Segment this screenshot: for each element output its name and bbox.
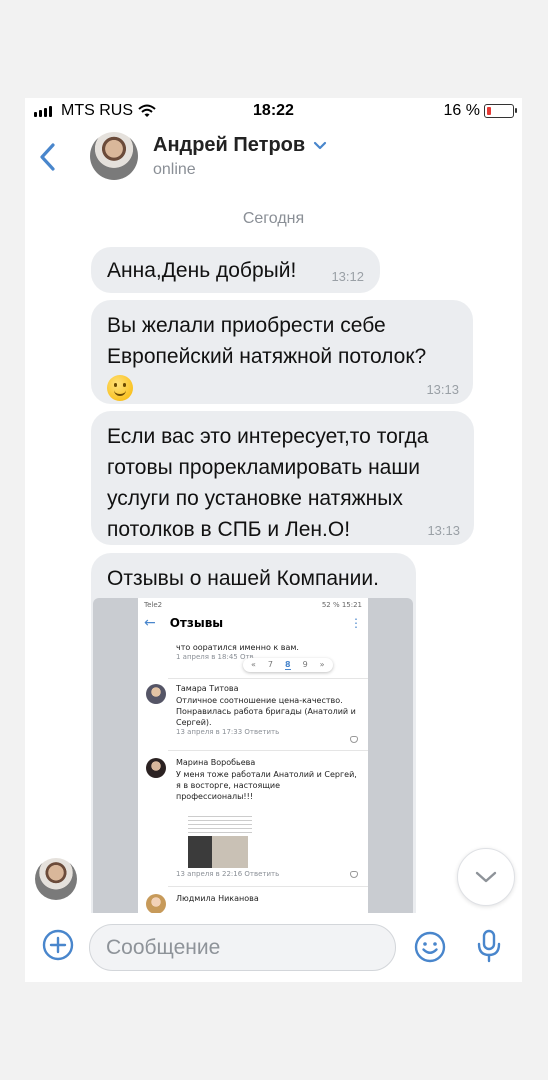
screenshot-more-icon: ⋮ (350, 616, 362, 630)
reviews-screenshot: Tele2 52 % 15:21 ← Отзывы ⋮ что ооратилс… (138, 598, 368, 918)
contact-avatar[interactable] (90, 132, 138, 180)
message-bubble[interactable]: Анна,День добрый! 13:12 (91, 247, 380, 293)
scroll-down-button[interactable] (457, 848, 515, 906)
reviewer-avatar (146, 684, 166, 704)
screenshot-status-bar: Tele2 52 % 15:21 (138, 598, 368, 612)
chevron-down-icon (314, 141, 327, 150)
pager-page: 9 (302, 660, 308, 669)
screenshot-pagination: « 7 8 9 » (243, 658, 333, 672)
reviewer-avatar (146, 894, 166, 914)
message-input[interactable] (89, 924, 396, 971)
review-text: Отличное соотношение цена-качество. Понр… (176, 696, 356, 727)
review-item: Тамара Титова Отличное соотношение цена-… (146, 684, 358, 744)
review-text: У меня тоже работали Анатолий и Сергей, … (176, 770, 357, 801)
pager-next: » (319, 660, 325, 669)
message-time: 13:13 (426, 382, 459, 397)
review-attached-note-image (188, 813, 252, 833)
pager-page: 7 (267, 660, 273, 669)
like-heart-icon (350, 871, 358, 878)
contact-status: online (153, 161, 196, 178)
message-bubble[interactable]: Вы желали приобрести себе Европейский на… (91, 300, 473, 404)
emoji-icon[interactable] (413, 930, 447, 964)
message-text: Отзывы о нашей Компании. (107, 567, 379, 590)
chat-header: Андрей Петров online (25, 128, 522, 188)
screenshot-status-right: 52 % 15:21 (321, 601, 362, 609)
pager-prev: « (251, 660, 256, 669)
like-heart-icon (350, 736, 358, 743)
review-meta: 13 апреля в 22:16 Ответить (176, 870, 280, 878)
battery-percent: 16 % (443, 102, 480, 119)
screenshot-header: ← Отзывы ⋮ (138, 612, 368, 634)
message-time: 13:13 (427, 523, 460, 538)
reviewer-name: Марина Воробьева (176, 758, 256, 767)
reviewer-avatar (146, 758, 166, 778)
smiling-face-emoji-icon (107, 375, 133, 402)
divider (168, 886, 368, 887)
attached-screenshot[interactable]: Tele2 52 % 15:21 ← Отзывы ⋮ что ооратилс… (93, 598, 413, 918)
reviewer-name: Тамара Титова (176, 684, 239, 693)
message-text: Если вас это интересует,то тогда готовы … (107, 425, 429, 541)
message-text: Вы желали приобрести себе Европейский на… (107, 314, 427, 368)
message-composer (25, 913, 522, 982)
reviewer-name: Людмила Никанова (176, 894, 259, 903)
pager-current-page: 8 (285, 660, 291, 670)
message-time: 13:12 (331, 269, 364, 284)
microphone-icon[interactable] (475, 928, 503, 964)
chat-screen: MTS RUS 18:22 16 % Андрей Петров online … (25, 98, 522, 982)
divider (168, 678, 368, 679)
contact-name: Андрей Петров (153, 134, 306, 156)
scroll-down-icon (475, 871, 497, 883)
screenshot-snippet-text: что ооратился именно к вам. (176, 643, 299, 652)
message-bubble[interactable]: Если вас это интересует,то тогда готовы … (91, 411, 474, 545)
date-separator: Сегодня (242, 210, 305, 227)
screenshot-carrier: Tele2 (144, 601, 163, 609)
contact-name-button[interactable]: Андрей Петров (153, 134, 327, 157)
message-text: Анна,День добрый! (107, 259, 297, 282)
divider (168, 750, 368, 751)
sender-avatar[interactable] (35, 858, 77, 900)
screenshot-title: Отзывы (169, 616, 224, 630)
screenshot-back-arrow-icon: ← (144, 615, 156, 631)
plus-icon[interactable] (42, 929, 74, 961)
back-chevron-icon[interactable] (37, 142, 59, 172)
review-item: Марина Воробьева У меня тоже работали Ан… (146, 758, 358, 878)
status-bar: MTS RUS 18:22 16 % (25, 98, 522, 124)
battery-icon (484, 104, 517, 118)
review-meta: 13 апреля в 17:33 Ответить (176, 728, 280, 736)
review-attached-photo (188, 836, 248, 868)
